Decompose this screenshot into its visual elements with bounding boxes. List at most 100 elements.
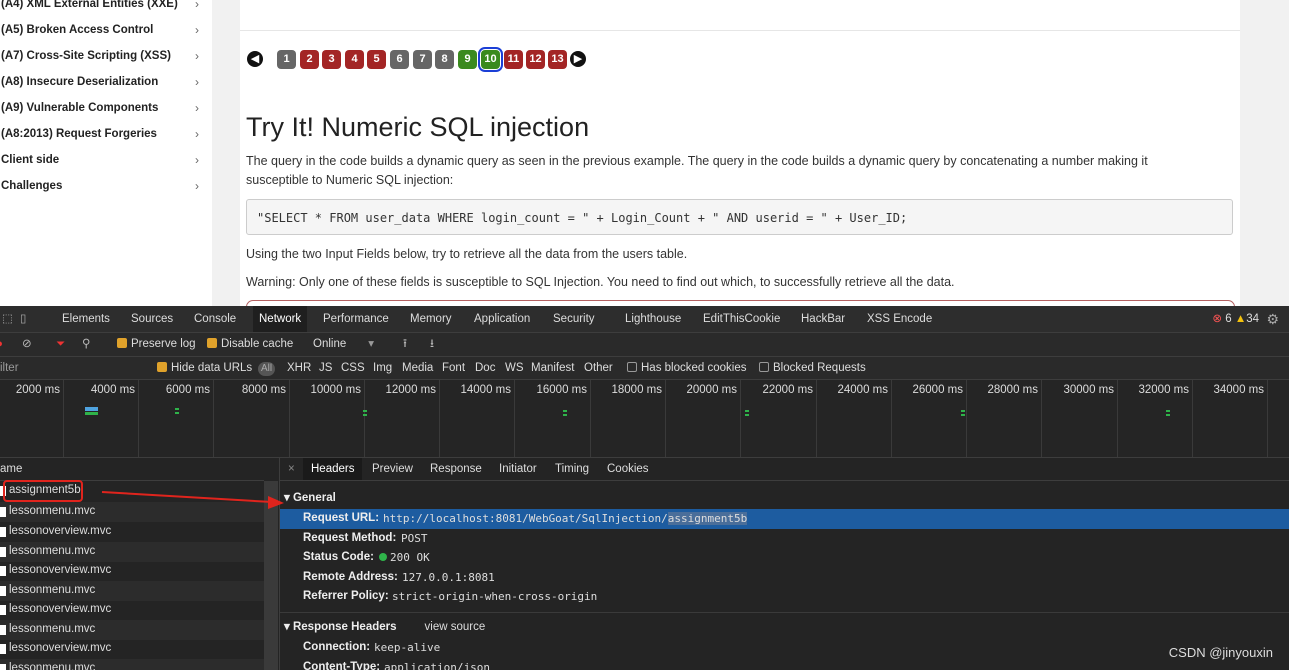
checkbox-unchecked-icon: [627, 362, 637, 372]
tab-response[interactable]: Response: [430, 458, 482, 480]
sidebar-item-challenges[interactable]: Challenges ›: [1, 176, 207, 196]
filter-input[interactable]: ilter: [0, 357, 19, 379]
disable-cache-checkbox[interactable]: Disable cache: [207, 333, 293, 356]
page-button-11[interactable]: 11: [504, 50, 523, 69]
request-row[interactable]: lessonmenu.mvc: [0, 502, 264, 522]
tab-lighthouse[interactable]: Lighthouse: [625, 306, 681, 332]
search-icon[interactable]: ⚲: [82, 333, 90, 356]
sidebar-item-deserialization[interactable]: (A8) Insecure Deserialization ›: [1, 72, 207, 92]
gear-icon[interactable]: ⚙: [1266, 306, 1279, 332]
page-button-9[interactable]: 9: [458, 50, 477, 69]
filter-media[interactable]: Media: [402, 357, 433, 379]
upload-icon[interactable]: ⭱: [403, 333, 407, 356]
filter-font[interactable]: Font: [442, 357, 465, 379]
sidebar-item-label: (A8:2013) Request Forgeries: [1, 128, 157, 140]
request-row[interactable]: lessonmenu.mvc: [0, 542, 264, 562]
page-button-10-current[interactable]: 10: [478, 47, 503, 72]
filter-icon[interactable]: ⏷: [56, 333, 65, 356]
tab-headers[interactable]: Headers: [303, 458, 363, 480]
page-button-3[interactable]: 3: [322, 50, 341, 69]
preserve-log-checkbox[interactable]: Preserve log: [117, 333, 196, 356]
filter-img[interactable]: Img: [373, 357, 392, 379]
clear-icon[interactable]: ⊘: [22, 333, 32, 356]
sidebar-item-vuln-components[interactable]: (A9) Vulnerable Components ›: [1, 98, 207, 118]
response-headers-section-toggle[interactable]: ▾ Response Headers view source: [284, 619, 485, 633]
tab-editthiscookie[interactable]: EditThisCookie: [703, 306, 780, 332]
filter-css[interactable]: CSS: [341, 357, 365, 379]
filter-ws[interactable]: WS: [505, 357, 524, 379]
request-url-row[interactable]: Request URL: http://localhost:8081/WebGoa…: [280, 509, 1289, 529]
view-source-link[interactable]: view source: [425, 621, 486, 633]
filter-js[interactable]: JS: [319, 357, 332, 379]
page-button-5[interactable]: 5: [367, 50, 386, 69]
page-button-13[interactable]: 13: [548, 50, 567, 69]
page-button-4[interactable]: 4: [345, 50, 364, 69]
tab-application[interactable]: Application: [474, 306, 530, 332]
download-icon[interactable]: ⭳: [430, 333, 434, 356]
page-button-7[interactable]: 7: [413, 50, 432, 69]
sidebar-item-label: (A8) Insecure Deserialization: [1, 76, 159, 88]
watermark: CSDN @jinyouxin: [1168, 645, 1273, 660]
filter-manifest[interactable]: Manifest: [531, 357, 574, 379]
general-section-toggle[interactable]: ▾ General: [284, 490, 336, 504]
request-row[interactable]: lessonoverview.mvc: [0, 522, 264, 542]
request-list-scrollbar[interactable]: [264, 481, 278, 670]
sidebar-item-xxe[interactable]: (A4) XML External Entities (XXE) ›: [1, 0, 207, 14]
arrow-right-icon[interactable]: ▶: [570, 51, 586, 67]
console-counts[interactable]: ⊗ 6 ▲34: [1212, 306, 1259, 332]
webgoat-page: (A4) XML External Entities (XXE) › (A5) B…: [0, 0, 1289, 306]
page-button-6[interactable]: 6: [390, 50, 409, 69]
tab-sources[interactable]: Sources: [131, 306, 173, 332]
request-row[interactable]: lessonmenu.mvc: [0, 581, 264, 601]
request-name: lessonmenu.mvc: [9, 505, 96, 517]
device-toggle-icon[interactable]: ▯: [20, 306, 26, 332]
filter-xhr[interactable]: XHR: [287, 357, 311, 379]
file-icon: [0, 664, 6, 670]
tab-elements[interactable]: Elements: [62, 306, 110, 332]
page-button-1[interactable]: 1: [277, 50, 296, 69]
lesson-sidebar: (A4) XML External Entities (XXE) › (A5) B…: [0, 0, 212, 306]
tick-label: 32000 ms: [1138, 384, 1189, 396]
tick-label: 14000 ms: [460, 384, 511, 396]
name-column-header[interactable]: ame: [0, 458, 264, 481]
tab-memory[interactable]: Memory: [410, 306, 452, 332]
has-blocked-cookies-checkbox[interactable]: Has blocked cookies: [627, 357, 746, 379]
request-row[interactable]: lessonoverview.mvc: [0, 561, 264, 581]
hide-data-urls-checkbox[interactable]: Hide data URLs: [157, 357, 252, 379]
tab-timing[interactable]: Timing: [555, 458, 589, 480]
header-value: application/json: [384, 661, 490, 670]
tab-xss-encode[interactable]: XSS Encode: [867, 306, 932, 332]
page-button-8[interactable]: 8: [435, 50, 454, 69]
throttle-select[interactable]: Online ▾: [313, 333, 374, 356]
tab-initiator[interactable]: Initiator: [499, 458, 537, 480]
tab-cookies[interactable]: Cookies: [607, 458, 649, 480]
blocked-requests-checkbox[interactable]: Blocked Requests: [759, 357, 866, 379]
sidebar-item-broken-access[interactable]: (A5) Broken Access Control ›: [1, 20, 207, 40]
tab-hackbar[interactable]: HackBar: [801, 306, 845, 332]
request-row[interactable]: lessonoverview.mvc: [0, 600, 264, 620]
tab-console[interactable]: Console: [194, 306, 236, 332]
tab-network[interactable]: Network: [253, 306, 308, 332]
arrow-left-icon[interactable]: ◀: [247, 51, 263, 67]
close-icon[interactable]: ×: [288, 458, 295, 480]
inspect-icon[interactable]: ⬚: [2, 306, 13, 332]
filter-doc[interactable]: Doc: [475, 357, 495, 379]
tab-preview[interactable]: Preview: [372, 458, 413, 480]
error-count: 6: [1225, 313, 1232, 325]
request-row[interactable]: lessonoverview.mvc: [0, 639, 264, 659]
network-timeline[interactable]: 2000 ms 4000 ms 6000 ms 8000 ms 10000 ms…: [0, 380, 1289, 458]
request-row[interactable]: lessonmenu.mvc: [0, 620, 264, 640]
tab-security[interactable]: Security: [553, 306, 595, 332]
sidebar-item-xss[interactable]: (A7) Cross-Site Scripting (XSS) ›: [1, 46, 207, 66]
page-button-2[interactable]: 2: [300, 50, 319, 69]
filter-all-pill[interactable]: All: [258, 357, 276, 379]
header-key: Referrer Policy:: [303, 590, 389, 602]
record-icon[interactable]: ●: [0, 333, 3, 356]
page-button-12[interactable]: 12: [526, 50, 545, 69]
sidebar-item-client-side[interactable]: Client side ›: [1, 150, 207, 170]
request-row[interactable]: lessonmenu.mvc: [0, 659, 264, 670]
lesson-intro-line1: The query in the code builds a dynamic q…: [246, 154, 1148, 168]
tab-performance[interactable]: Performance: [323, 306, 389, 332]
filter-other[interactable]: Other: [584, 357, 613, 379]
sidebar-item-request-forgeries[interactable]: (A8:2013) Request Forgeries ›: [1, 124, 207, 144]
